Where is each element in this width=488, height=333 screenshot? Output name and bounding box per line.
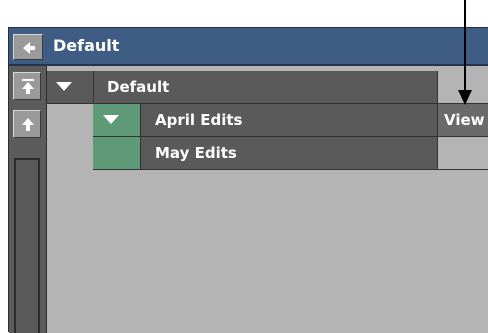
scroll-up-icon (22, 118, 34, 131)
scroll-to-top-icon (22, 79, 34, 94)
scroll-to-top-button[interactable] (13, 72, 41, 100)
left-arrow-icon (23, 42, 35, 54)
title-bar: Default (9, 28, 488, 66)
action-cell-empty (437, 137, 488, 169)
window-title: Default (53, 36, 120, 55)
triangle-down-icon (103, 115, 119, 124)
bin-list: Default April Edits View May Edits (47, 66, 488, 333)
scroll-panel (9, 66, 47, 333)
scrollbar-track[interactable] (14, 158, 40, 333)
root-label: Default (107, 78, 170, 96)
back-button[interactable] (13, 34, 43, 60)
item-label: May Edits (155, 144, 237, 162)
column-divider (93, 71, 94, 103)
list-item-root[interactable]: Default (47, 71, 488, 104)
expand-toggle-root[interactable] (47, 71, 93, 103)
item-label: April Edits (155, 111, 243, 129)
triangle-down-icon (56, 82, 72, 91)
expand-toggle-april[interactable] (93, 104, 141, 136)
scroll-up-button[interactable] (13, 110, 41, 138)
list-item-april[interactable]: April Edits View (93, 104, 488, 137)
action-cell-empty (437, 71, 488, 103)
list-item-may[interactable]: May Edits (93, 137, 488, 170)
selection-indicator (93, 137, 141, 169)
bin-window: Default Default April Edits View May Edi… (8, 27, 488, 333)
view-button[interactable]: View (437, 104, 488, 136)
